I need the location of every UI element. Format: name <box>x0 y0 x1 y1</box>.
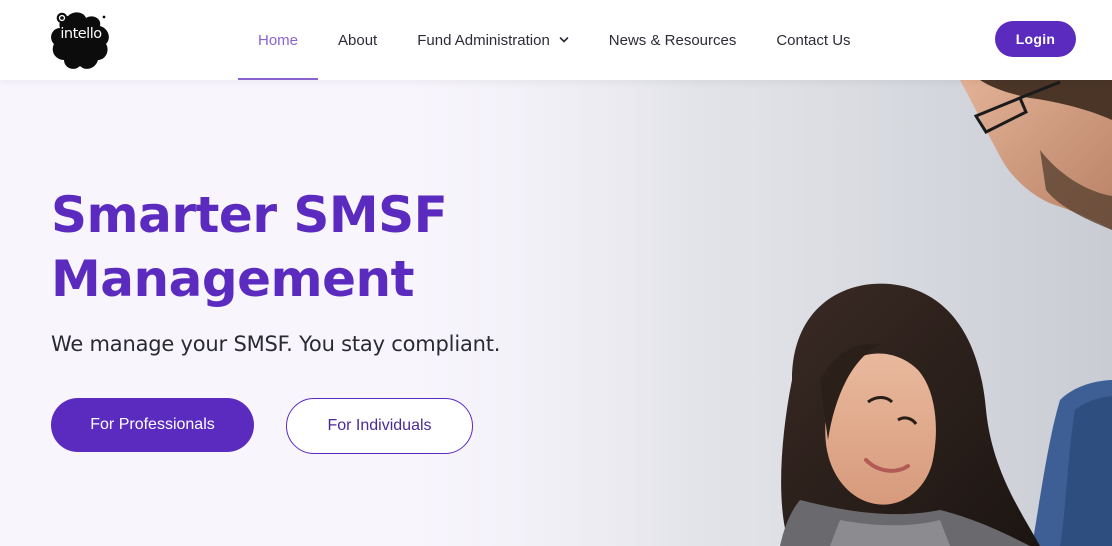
for-professionals-button[interactable]: For Professionals <box>51 398 254 452</box>
nav-news-resources-label: News & Resources <box>608 31 737 49</box>
site-header: intello Home About Fund Administration N… <box>0 0 1112 80</box>
hero-title: Smarter SMSF Management <box>51 183 611 311</box>
nav-fund-administration[interactable]: Fund Administration <box>397 0 589 80</box>
hero-gradient-overlay <box>0 80 700 546</box>
nav-about[interactable]: About <box>318 0 397 80</box>
logo-wordmark: intello <box>60 26 102 42</box>
intello-logo[interactable]: intello <box>48 6 118 74</box>
nav-about-label: About <box>338 31 378 49</box>
hero-subtitle: We manage your SMSF. You stay compliant. <box>51 332 501 356</box>
chevron-down-icon <box>559 37 569 43</box>
main-nav: Home About Fund Administration News & Re… <box>238 0 871 80</box>
nav-home[interactable]: Home <box>238 0 319 80</box>
hero-title-line-2: Management <box>51 250 415 308</box>
for-individuals-button[interactable]: For Individuals <box>286 398 473 454</box>
nav-home-label: Home <box>258 31 299 49</box>
hero-title-line-1: Smarter SMSF <box>51 186 448 244</box>
nav-contact-us-label: Contact Us <box>776 31 851 49</box>
hero-section: Smarter SMSF Management We manage your S… <box>0 80 1112 546</box>
nav-news-resources[interactable]: News & Resources <box>589 0 757 80</box>
login-button[interactable]: Login <box>995 21 1076 57</box>
nav-contact-us[interactable]: Contact Us <box>756 0 870 80</box>
nav-fund-administration-label: Fund Administration <box>417 31 550 49</box>
